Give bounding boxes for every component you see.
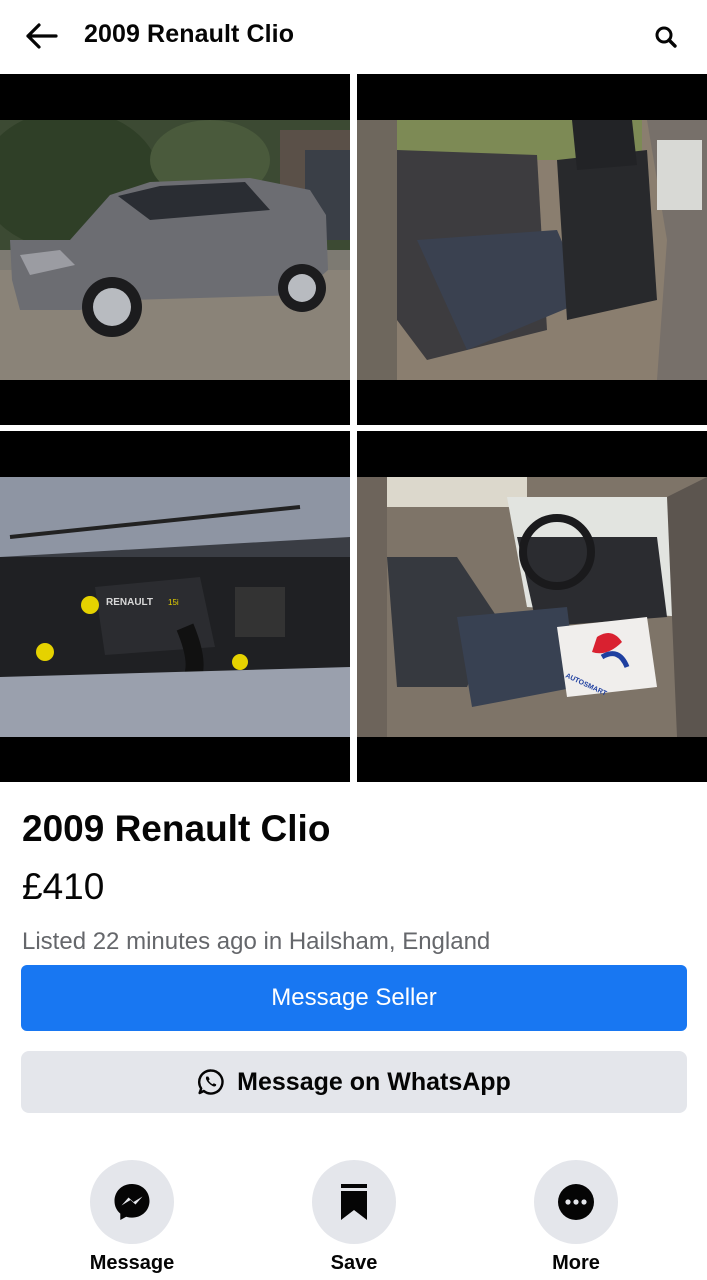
whatsapp-button[interactable]: Message on WhatsApp bbox=[21, 1051, 687, 1113]
search-button[interactable] bbox=[651, 22, 681, 52]
message-action-circle[interactable] bbox=[90, 1160, 174, 1244]
action-row: Message Save More bbox=[0, 1160, 707, 1280]
engine-badge-sub: 15i bbox=[168, 598, 179, 607]
page-title: 2009 Renault Clio bbox=[84, 20, 295, 48]
photo-gallery: RENAULT 15i AUTOSMART bbox=[0, 74, 707, 782]
listing-meta: Listed 22 minutes ago in Hailsham, Engla… bbox=[22, 928, 491, 955]
save-action-circle[interactable] bbox=[312, 1160, 396, 1244]
listing-title: 2009 Renault Clio bbox=[22, 808, 331, 849]
whatsapp-icon bbox=[198, 1069, 224, 1095]
photo-rear-seats[interactable] bbox=[357, 74, 707, 425]
message-seller-button[interactable]: Message Seller bbox=[21, 965, 687, 1031]
search-icon bbox=[655, 26, 677, 48]
photo-front-interior[interactable]: AUTOSMART bbox=[357, 431, 707, 782]
more-action-label: More bbox=[552, 1252, 600, 1274]
back-button[interactable] bbox=[22, 18, 60, 54]
listing-price: £410 bbox=[22, 866, 105, 907]
message-seller-label: Message Seller bbox=[271, 984, 437, 1011]
bookmark-icon bbox=[341, 1184, 367, 1220]
more-action-circle[interactable] bbox=[534, 1160, 618, 1244]
photo-car-exterior[interactable] bbox=[0, 74, 350, 425]
more-dots-icon bbox=[558, 1184, 594, 1220]
arrow-left-icon bbox=[26, 23, 58, 49]
photo-engine-bay[interactable]: RENAULT 15i bbox=[0, 431, 350, 782]
top-bar: 2009 Renault Clio bbox=[0, 0, 707, 74]
message-action[interactable]: Message bbox=[72, 1160, 192, 1275]
save-action-label: Save bbox=[330, 1252, 378, 1274]
more-action[interactable]: More bbox=[516, 1160, 636, 1275]
messenger-icon bbox=[114, 1184, 150, 1220]
save-action[interactable]: Save bbox=[294, 1160, 414, 1275]
whatsapp-label: Message on WhatsApp bbox=[237, 1067, 511, 1096]
message-action-label: Message bbox=[89, 1252, 175, 1274]
engine-badge-text: RENAULT bbox=[106, 597, 153, 608]
